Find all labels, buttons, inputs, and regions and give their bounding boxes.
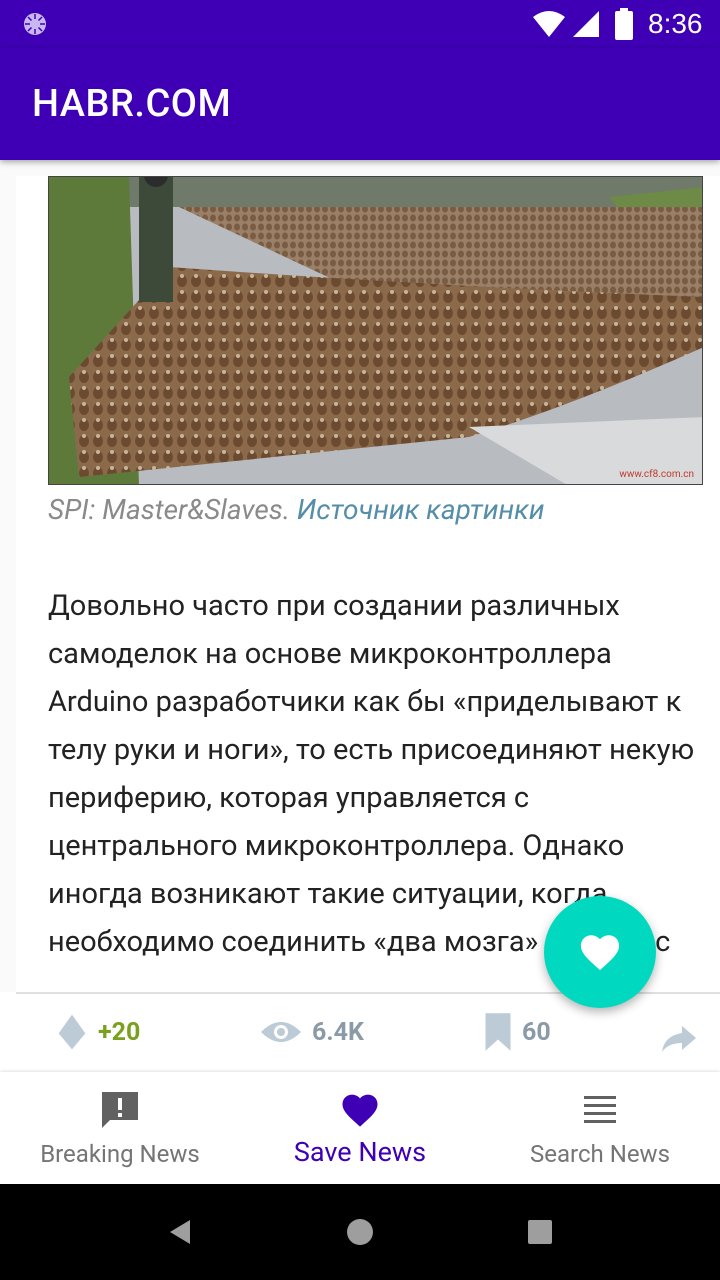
heart-icon [342, 1094, 378, 1127]
bookmarks-stat[interactable]: 60 [484, 1012, 551, 1052]
recents-icon[interactable] [524, 1216, 556, 1248]
home-icon[interactable] [344, 1216, 376, 1248]
feedback-icon [102, 1092, 138, 1128]
sync-loader-icon [24, 13, 46, 35]
nav-save-news[interactable]: Save News [240, 1072, 480, 1184]
wifi-icon [533, 11, 565, 37]
heart-icon [580, 935, 620, 971]
app-title: HABR.COM [32, 82, 232, 126]
bookmark-icon [485, 1013, 511, 1051]
battery-icon [615, 8, 633, 40]
share-icon[interactable] [660, 1024, 698, 1054]
image-watermark: www.cf8.com.cn [619, 469, 694, 480]
article-image[interactable]: www.cf8.com.cn [48, 176, 703, 485]
bottom-navigation: Breaking News Save News Search News [0, 1072, 720, 1184]
caption-text: SPI: Master&Slaves. [48, 493, 290, 526]
views-stat: 6.4K [260, 1012, 364, 1052]
eye-icon [261, 1022, 301, 1042]
favorite-fab-button[interactable] [544, 896, 656, 1008]
nav-breaking-news[interactable]: Breaking News [0, 1072, 240, 1184]
nav-label-search-news: Search News [530, 1140, 670, 1168]
caption-source-link[interactable]: Источник картинки [297, 493, 545, 526]
clock: 8:36 [648, 8, 703, 39]
image-caption: SPI: Master&Slaves. Источник картинки [48, 490, 545, 530]
nav-label-save-news: Save News [293, 1136, 427, 1168]
rating-stat[interactable]: +20 [56, 1012, 140, 1052]
rating-value: +20 [98, 1017, 141, 1047]
bookmarks-count: 60 [522, 1017, 551, 1047]
ducks-photo-placeholder [49, 177, 702, 484]
back-icon[interactable] [164, 1216, 196, 1248]
views-count: 6.4K [312, 1017, 364, 1047]
nav-label-breaking-news: Breaking News [40, 1140, 200, 1168]
list-icon [584, 1096, 616, 1123]
cell-signal-icon [573, 11, 599, 37]
app-bar: HABR.COM [0, 48, 720, 160]
rating-drop-icon [58, 1014, 86, 1050]
system-navigation-bar [0, 1184, 720, 1280]
status-bar: 8:36 [0, 0, 720, 48]
nav-search-news[interactable]: Search News [480, 1072, 720, 1184]
